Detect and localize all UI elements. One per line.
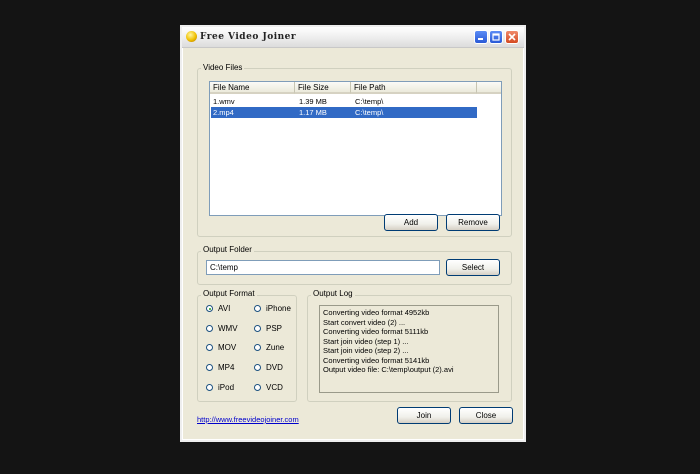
output-folder-value: C:\temp <box>210 263 239 272</box>
output-folder-field[interactable]: C:\temp <box>206 260 440 275</box>
log-line: Output video file: C:\temp\output (2).av… <box>323 365 454 374</box>
add-button-label: Add <box>403 218 419 227</box>
radio-iphone[interactable]: iPhone <box>254 304 291 313</box>
radio-mp4[interactable]: MP4 <box>206 363 234 372</box>
column-header-filler <box>477 82 501 94</box>
window-title: Free Video Joiner <box>200 32 297 42</box>
radio-vcd[interactable]: VCD <box>254 383 283 392</box>
log-line: Converting video format 5111kb <box>323 327 429 336</box>
radio-psp[interactable]: PSP <box>254 324 282 333</box>
radio-label: iPod <box>218 383 235 392</box>
video-files-legend: Video Files <box>201 63 245 72</box>
file-path-cell: C:\temp\ <box>355 108 384 117</box>
maximize-button[interactable] <box>489 30 503 44</box>
app-logo-icon <box>186 31 197 42</box>
minimize-button[interactable] <box>474 30 488 44</box>
radio-avi-dot <box>206 305 213 312</box>
radio-label: MOV <box>218 343 237 352</box>
close-button-label: Close <box>475 411 497 420</box>
radio-mov[interactable]: MOV <box>206 343 236 352</box>
file-size-cell: 1.17 MB <box>299 108 327 117</box>
radio-psp-dot <box>254 325 261 332</box>
radio-dvd[interactable]: DVD <box>254 363 283 372</box>
file-size-cell: 1.39 MB <box>299 97 327 106</box>
video-files-list[interactable]: File Name File Size File Path 1.wmv 1.39… <box>209 81 502 216</box>
app-window: Free Video Joiner Video Files File Name … <box>180 25 526 442</box>
close-window-button[interactable] <box>505 30 519 44</box>
column-header-file-name[interactable]: File Name <box>210 82 295 94</box>
radio-label: PSP <box>266 324 283 333</box>
radio-mp4-dot <box>206 364 213 371</box>
output-log-legend: Output Log <box>311 289 355 298</box>
join-button[interactable]: Join <box>397 407 451 424</box>
output-log-text[interactable]: Converting video format 4952kb Start con… <box>319 305 499 393</box>
radio-vcd-dot <box>254 384 261 391</box>
close-icon <box>508 33 516 41</box>
join-button-label: Join <box>416 411 432 420</box>
radio-label: DVD <box>266 363 283 372</box>
add-button[interactable]: Add <box>384 214 438 231</box>
log-line: Converting video format 4952kb <box>323 308 430 317</box>
radio-zune[interactable]: Zune <box>254 343 284 352</box>
website-link[interactable]: http://www.freevideojoiner.com <box>197 415 299 424</box>
radio-label: AVI <box>218 304 231 313</box>
close-button[interactable]: Close <box>459 407 513 424</box>
radio-zune-dot <box>254 344 261 351</box>
radio-label: MP4 <box>218 363 235 372</box>
log-line: Start join video (step 2) ... <box>323 346 409 355</box>
radio-avi[interactable]: AVI <box>206 304 230 313</box>
radio-ipod[interactable]: iPod <box>206 383 234 392</box>
table-row[interactable]: 1.wmv 1.39 MB C:\temp\ <box>211 96 477 107</box>
radio-wmv[interactable]: WMV <box>206 324 238 333</box>
output-folder-legend: Output Folder <box>201 245 254 254</box>
radio-iphone-dot <box>254 305 261 312</box>
radio-label: WMV <box>218 324 238 333</box>
log-line: Start convert video (2) ... <box>323 317 406 327</box>
remove-button-label: Remove <box>458 218 488 227</box>
radio-mov-dot <box>206 344 213 351</box>
log-line: Start join video (step 1) ... <box>323 336 409 346</box>
radio-ipod-dot <box>206 384 213 391</box>
output-format-legend: Output Format <box>201 289 257 298</box>
file-path-cell: C:\temp\ <box>355 97 384 106</box>
radio-wmv-dot <box>206 325 213 332</box>
remove-button[interactable]: Remove <box>446 214 500 231</box>
radio-label: iPhone <box>266 304 291 313</box>
radio-label: VCD <box>266 383 283 392</box>
column-header-file-size[interactable]: File Size <box>295 82 351 94</box>
minimize-icon <box>478 38 483 40</box>
title-bar[interactable]: Free Video Joiner <box>182 27 524 48</box>
column-header-file-path[interactable]: File Path <box>351 82 477 94</box>
radio-dvd-dot <box>254 364 261 371</box>
file-name-cell: 1.wmv <box>213 97 235 106</box>
select-folder-button[interactable]: Select <box>446 259 500 276</box>
radio-label: Zune <box>266 343 285 352</box>
file-name-cell: 2.mp4 <box>213 108 234 117</box>
table-row-selected[interactable]: 2.mp4 1.17 MB C:\temp\ <box>211 107 477 118</box>
maximize-icon <box>492 33 500 41</box>
select-button-label: Select <box>461 263 485 272</box>
log-line: Converting video format 5141kb <box>323 355 430 365</box>
